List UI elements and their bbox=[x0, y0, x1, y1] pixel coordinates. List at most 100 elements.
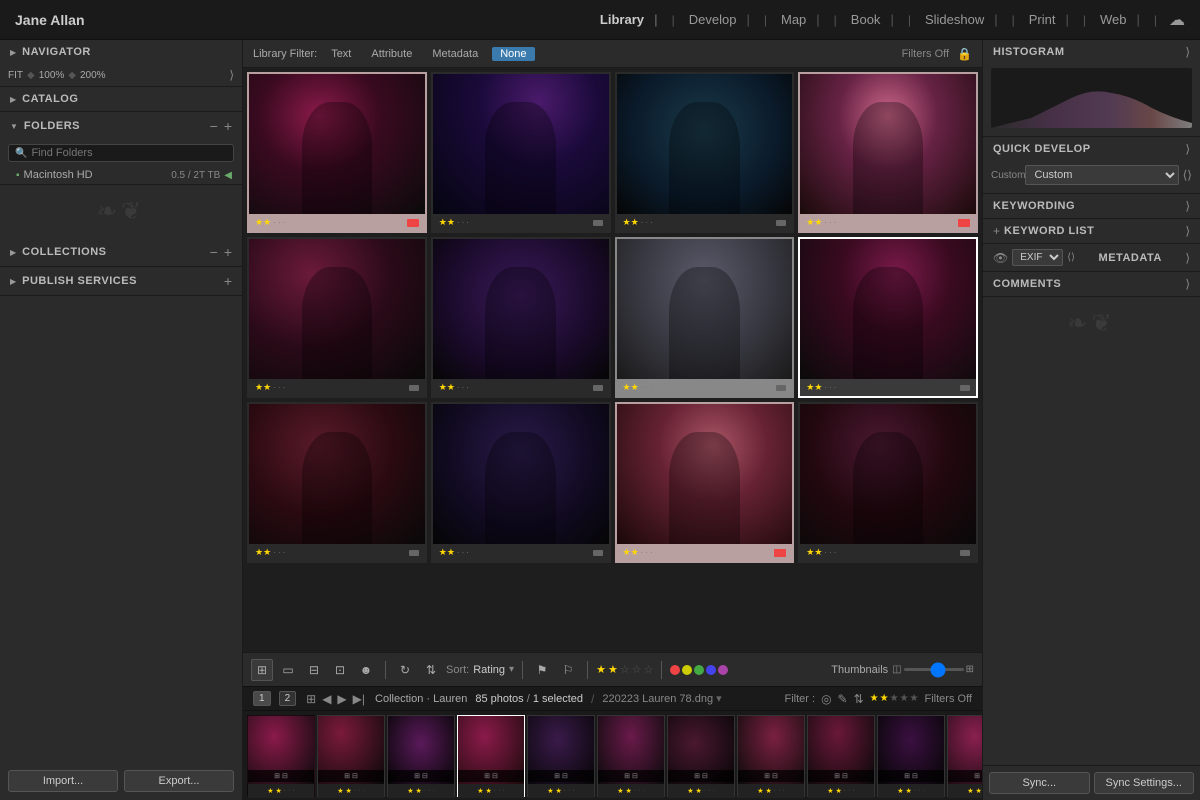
prev-arrow[interactable]: ◀ bbox=[322, 692, 331, 706]
film-thumb-2[interactable]: ⊞ ⊟ ★ ★ · · · bbox=[387, 715, 455, 797]
film-thumb-7[interactable]: ⊞ ⊟ ★ ★ · · · bbox=[737, 715, 805, 797]
keywording-toggle[interactable]: ⟩ bbox=[1185, 199, 1190, 213]
film-thumb-4[interactable]: ⊞ ⊟ ★ ★ · · · bbox=[527, 715, 595, 797]
photo-cell-10[interactable]: ★★··· bbox=[431, 402, 611, 563]
next-arrow[interactable]: ▶ bbox=[337, 692, 346, 706]
drive-item[interactable]: ▪ Macintosh HD 0.5 / 2T TB ◀ bbox=[0, 166, 242, 184]
film-thumb-6[interactable]: ⊞ ⊟ ★ ★ · · · bbox=[667, 715, 735, 797]
keywording-header[interactable]: Keywording ⟩ bbox=[983, 194, 1200, 218]
folders-remove-icon[interactable]: − bbox=[210, 118, 218, 134]
color-yellow-dot[interactable] bbox=[682, 665, 692, 675]
sync-settings-button[interactable]: Sync Settings... bbox=[1094, 772, 1195, 794]
photo-cell-6[interactable]: ★★··· bbox=[431, 237, 611, 398]
filter-attribute-btn[interactable]: Attribute bbox=[365, 46, 418, 62]
survey-view-btn[interactable]: ⊡ bbox=[329, 659, 351, 681]
page-1-btn[interactable]: 1 bbox=[253, 691, 271, 706]
color-purple-dot[interactable] bbox=[718, 665, 728, 675]
sync-button[interactable]: Sync... bbox=[989, 772, 1090, 794]
metadata-header[interactable]: 👁 EXIF ⟨⟩ Metadata ⟩ bbox=[983, 244, 1200, 271]
tab-develop[interactable]: Develop bbox=[679, 8, 760, 31]
tab-map[interactable]: Map bbox=[771, 8, 830, 31]
collections-add-icon[interactable]: + bbox=[224, 244, 232, 260]
film-thumb-8[interactable]: ⊞ ⊟ ★ ★ · · · bbox=[807, 715, 875, 797]
people-view-btn[interactable]: ☻ bbox=[355, 659, 377, 681]
compare-view-btn[interactable]: ⊟ bbox=[303, 659, 325, 681]
stars-filter[interactable]: ★ ★ ☆ ☆ ☆ bbox=[596, 663, 653, 676]
film-thumb-1[interactable]: ⊞ ⊟ ★ ★ · · · bbox=[317, 715, 385, 797]
photo-cell-5[interactable]: ★★··· bbox=[247, 237, 427, 398]
photo-cell-8[interactable]: ★★··· bbox=[798, 237, 978, 398]
navigator-header[interactable]: ▶ Navigator bbox=[0, 40, 242, 64]
import-button[interactable]: Import... bbox=[8, 770, 118, 792]
photo-cell-2[interactable]: ★★··· bbox=[431, 72, 611, 233]
photo-cell-11[interactable]: ★★··· bbox=[615, 402, 795, 563]
photo-cell-3[interactable]: ★★··· bbox=[615, 72, 795, 233]
export-button[interactable]: Export... bbox=[124, 770, 234, 792]
catalog-header[interactable]: ▶ Catalog bbox=[0, 87, 242, 111]
quick-develop-toggle[interactable]: ⟩ bbox=[1185, 142, 1190, 156]
filter-lock-icon[interactable]: 🔒 bbox=[957, 47, 972, 61]
photo-cell-9[interactable]: ★★··· bbox=[247, 402, 427, 563]
keyword-list-toggle[interactable]: ⟩ bbox=[1185, 224, 1190, 238]
grid-view-btn[interactable]: ⊞ bbox=[251, 659, 273, 681]
folders-header[interactable]: ▼ Folders − + bbox=[0, 112, 242, 140]
photo-cell-4[interactable]: ★★··· bbox=[798, 72, 978, 233]
tab-slideshow[interactable]: Slideshow bbox=[915, 8, 1008, 31]
photo-cell-12[interactable]: ★★··· bbox=[798, 402, 978, 563]
filter-paint-icon[interactable]: ✎ bbox=[838, 692, 848, 706]
sync-icon[interactable]: ↻ bbox=[394, 659, 416, 681]
filter-target-icon[interactable]: ◎ bbox=[821, 692, 831, 706]
filter-metadata-btn[interactable]: Metadata bbox=[426, 46, 484, 62]
last-arrow[interactable]: ▶| bbox=[353, 692, 365, 706]
tab-library[interactable]: Library bbox=[590, 8, 668, 31]
keyword-list-header[interactable]: + Keyword List ⟩ bbox=[983, 219, 1200, 243]
film-thumb-5[interactable]: ⊞ ⊟ ★ ★ · · · bbox=[597, 715, 665, 797]
folder-search-input[interactable] bbox=[31, 147, 227, 159]
navigator-expand-icon[interactable]: ⟩ bbox=[229, 68, 234, 82]
zoom-100-btn[interactable]: 100% bbox=[39, 70, 65, 81]
exif-arrows[interactable]: ⟨⟩ bbox=[1067, 252, 1075, 263]
film-thumb-3[interactable]: ⊞ ⊟ ★ ★ · · · bbox=[457, 715, 525, 797]
photo-cell-1[interactable]: ★★··· bbox=[247, 72, 427, 233]
comments-header[interactable]: Comments ⟩ bbox=[983, 272, 1200, 296]
thumb-size-slider[interactable] bbox=[904, 668, 964, 671]
grid-view-icon[interactable]: ⊞ bbox=[306, 692, 316, 706]
tab-print[interactable]: Print bbox=[1019, 8, 1079, 31]
thumb-smaller-icon[interactable]: ◫ bbox=[892, 664, 901, 675]
sort-value[interactable]: Rating bbox=[473, 664, 505, 676]
exif-select[interactable]: EXIF bbox=[1012, 249, 1063, 266]
zoom-200-btn[interactable]: 200% bbox=[80, 70, 106, 81]
filter-none-btn[interactable]: None bbox=[492, 47, 534, 61]
color-blue-dot[interactable] bbox=[706, 665, 716, 675]
film-thumb-9[interactable]: ⊞ ⊟ ★ ★ · · · bbox=[877, 715, 945, 797]
film-thumb-0[interactable]: ⊞ ⊟ ★ ★ · · · bbox=[247, 715, 315, 797]
preset-select[interactable]: Custom bbox=[1025, 165, 1178, 185]
histogram-toggle[interactable]: ⟩ bbox=[1185, 45, 1190, 59]
photo-cell-7[interactable]: ⊕ ★★··· bbox=[615, 237, 795, 398]
sort-icon[interactable]: ⇅ bbox=[420, 659, 442, 681]
comments-toggle[interactable]: ⟩ bbox=[1185, 277, 1190, 291]
histogram-header[interactable]: Histogram ⟩ bbox=[983, 40, 1200, 64]
tab-web[interactable]: Web bbox=[1090, 8, 1150, 31]
grid-area[interactable]: ★★··· ★★··· ★★··· bbox=[243, 68, 982, 652]
flag-filter-icon[interactable]: ⚑ bbox=[531, 659, 553, 681]
thumb-larger-icon[interactable]: ⊞ bbox=[966, 664, 974, 675]
publish-services-header[interactable]: ▶ Publish Services + bbox=[0, 267, 242, 295]
filter-sort-icon[interactable]: ⇅ bbox=[854, 692, 864, 706]
metadata-toggle[interactable]: ⟩ bbox=[1185, 251, 1190, 265]
page-2-btn[interactable]: 2 bbox=[279, 691, 297, 706]
film-thumb-10[interactable]: ⊞ ⊟ ★ ★ · · · bbox=[947, 715, 982, 797]
collections-remove-icon[interactable]: − bbox=[210, 244, 218, 260]
folders-add-icon[interactable]: + bbox=[224, 118, 232, 134]
color-green-dot[interactable] bbox=[694, 665, 704, 675]
sort-arrow[interactable]: ▾ bbox=[509, 664, 514, 675]
quick-develop-header[interactable]: Quick Develop ⟩ bbox=[983, 137, 1200, 161]
status-filters-off[interactable]: Filters Off bbox=[925, 693, 972, 705]
collections-header[interactable]: ▶ Collections − + bbox=[0, 238, 242, 266]
filter-text-btn[interactable]: Text bbox=[325, 46, 357, 62]
metadata-eye-icon[interactable]: 👁 bbox=[993, 251, 1008, 265]
keyword-add-icon[interactable]: + bbox=[993, 224, 1000, 238]
color-red-dot[interactable] bbox=[670, 665, 680, 675]
filename-arrow[interactable]: ▾ bbox=[716, 693, 722, 705]
preset-arrows[interactable]: ⟨⟩ bbox=[1183, 168, 1192, 182]
